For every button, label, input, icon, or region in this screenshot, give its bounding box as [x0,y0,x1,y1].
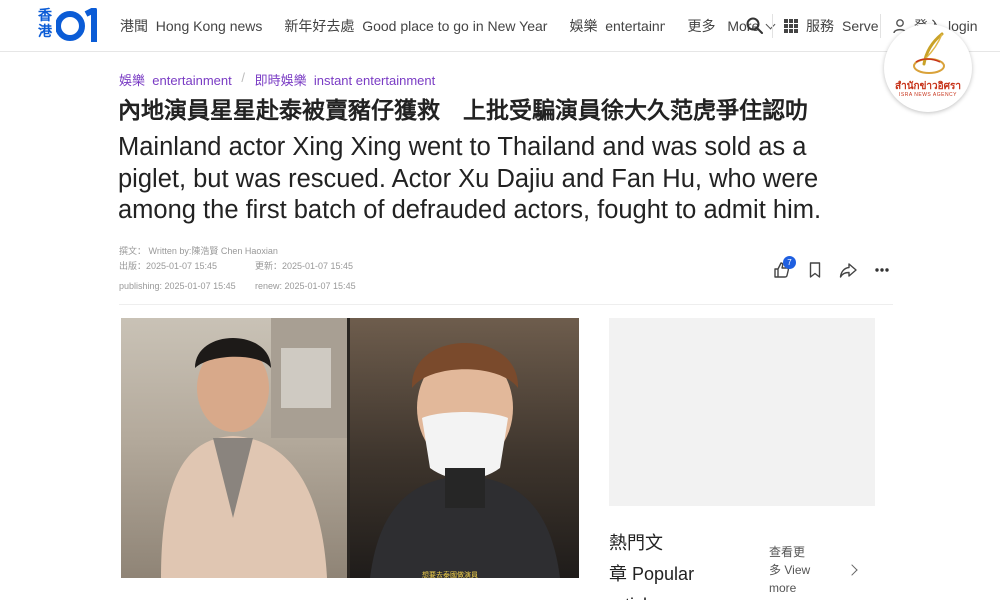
hk01-logo[interactable]: 香港 [38,8,100,44]
photo-caption: 想要去泰國做演員 [422,572,478,578]
top-navigation-bar: 香港 港聞 Hong Kong news 新年好去處 Good place to… [0,0,1000,52]
logo-text: 香港 [38,8,52,40]
popular-articles-heading: 熱門文章 Popular articles [609,533,695,600]
photo-left-actor-in-jacket [121,318,347,578]
search-icon [746,17,763,34]
share-icon [839,263,857,278]
quill-emblem-icon [913,32,945,74]
breadcrumb-section[interactable]: 娛樂 entertainment [119,70,232,89]
nav-item-hong-kong-news[interactable]: 港聞 Hong Kong news [120,16,262,36]
updated-time-en: renew: 2025-01-07 15:45 [255,281,356,291]
search-button[interactable] [744,15,766,37]
article-hero-image[interactable]: 想要去泰國做演員 [121,318,579,578]
published-time-zh: 出版：2025-01-07 15:45 [119,261,218,271]
published-time-en: publishing: 2025-01-07 15:45 [119,281,236,291]
chevron-right-icon[interactable] [846,564,858,576]
meta-divider [119,304,893,305]
article-title-en: Mainland actor Xing Xing went to Thailan… [118,133,822,224]
bookmark-button[interactable] [805,260,825,280]
like-button[interactable]: 7 [772,256,796,280]
services-label-en: Serve [842,18,879,34]
isra-news-agency-watermark: สำนักข่าวอิศรา ISRA NEWS AGENCY [884,24,972,112]
nav-item-entertainment[interactable]: 娛樂 entertainment [569,16,665,36]
view-more-link[interactable]: 查看更多 View more [769,543,829,597]
watermark-subtitle: ISRA NEWS AGENCY [898,92,957,98]
like-count-badge: 7 [783,256,796,269]
breadcrumb-subsection[interactable]: 即時娛樂 instant entertainment [255,70,436,89]
author-line: 撰文： Written by:陳浩賢 Chen Haoxian [119,246,278,256]
nav-item-new-year[interactable]: 新年好去處 Good place to go in New Year [284,16,547,36]
photo-right-man-with-mask: 想要去泰國做演員 [350,318,579,578]
services-menu[interactable]: 服務 Serve [784,0,879,52]
more-dots-icon [875,268,889,272]
breadcrumb-separator: / [237,70,249,85]
services-label-zh: 服務 [806,18,834,34]
divider [880,14,881,38]
more-options-button[interactable] [872,260,892,280]
updated-time-zh: 更新：2025-01-07 15:45 [255,261,354,271]
logo-01-mark [56,8,97,42]
divider [772,14,773,38]
breadcrumb: 娛樂 entertainment / 即時娛樂 instant entertai… [119,70,435,89]
article-meta: 撰文： Written by:陳浩賢 Chen Haoxian 出版：2025-… [119,244,356,294]
share-button[interactable] [838,260,858,280]
bookmark-icon [809,262,821,278]
main-nav: 港聞 Hong Kong news 新年好去處 Good place to go… [120,0,796,52]
article-title-zh: 內地演員星星赴泰被賣豬仔獲救 上批受騙演員徐大久范虎爭住認叻 [118,98,808,124]
grid-menu-icon [784,19,798,33]
chevron-down-icon [765,19,776,29]
advertisement-placeholder [609,318,875,506]
